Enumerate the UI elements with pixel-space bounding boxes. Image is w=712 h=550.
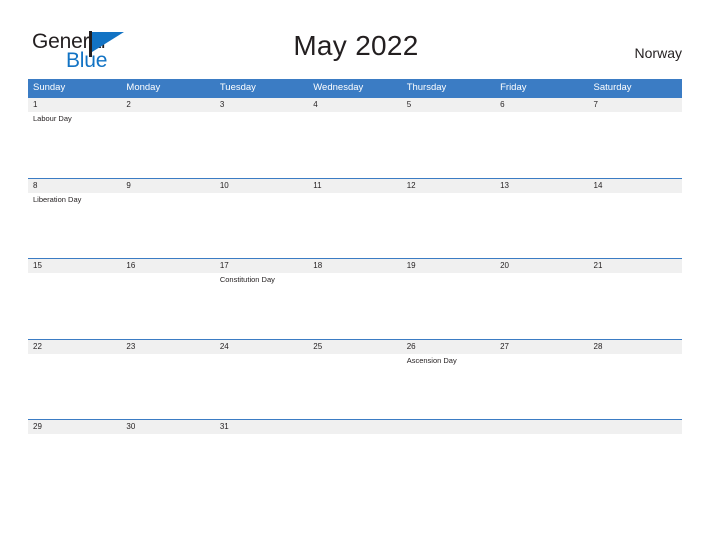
day-event xyxy=(495,193,588,258)
day-number[interactable]: 9 xyxy=(121,179,214,193)
day-number xyxy=(402,420,495,434)
day-event xyxy=(402,434,495,461)
day-number[interactable]: 28 xyxy=(589,340,682,354)
week-date-number-band: 22 23 24 25 26 27 28 xyxy=(28,339,682,354)
day-event xyxy=(215,112,308,177)
day-event xyxy=(308,193,401,258)
day-event xyxy=(495,434,588,461)
dow-header-wednesday: Wednesday xyxy=(313,82,364,93)
day-number[interactable]: 10 xyxy=(215,179,308,193)
dow-header-tuesday: Tuesday xyxy=(219,82,256,93)
day-event xyxy=(589,354,682,419)
week-date-number-band: 1 2 3 4 5 6 7 xyxy=(28,98,682,112)
day-event xyxy=(495,354,588,419)
day-number[interactable]: 5 xyxy=(402,98,495,112)
day-event: Constitution Day xyxy=(219,275,275,284)
day-number[interactable]: 21 xyxy=(589,259,682,273)
day-number[interactable]: 15 xyxy=(28,259,121,273)
day-number xyxy=(589,420,682,434)
dow-header-monday: Monday xyxy=(126,82,161,93)
dow-header-friday: Friday xyxy=(500,82,527,93)
day-number[interactable]: 1 xyxy=(28,98,121,112)
week-row: 22 23 24 25 26 27 28 Ascension Day xyxy=(28,338,682,420)
week-event-band: Liberation Day xyxy=(28,193,682,258)
day-event xyxy=(402,112,495,177)
day-event xyxy=(589,112,682,177)
week-event-band: Ascension Day xyxy=(28,354,682,419)
day-event xyxy=(28,354,121,419)
day-event xyxy=(215,354,308,419)
day-number[interactable]: 6 xyxy=(495,98,588,112)
day-number[interactable]: 18 xyxy=(308,259,401,273)
page-title: May 2022 xyxy=(293,30,419,61)
day-event xyxy=(121,273,214,338)
week-row: 1 2 3 4 5 6 7 Labour Day xyxy=(28,97,682,178)
week-event-band: Constitution Day xyxy=(28,273,682,338)
dow-header-saturday: Saturday xyxy=(593,82,632,93)
week-event-band xyxy=(28,434,682,461)
week-date-number-band: 29 30 31 xyxy=(28,420,682,434)
week-date-number-band: 15 16 17 18 19 20 21 xyxy=(28,259,682,273)
day-number[interactable]: 30 xyxy=(121,420,214,434)
country-label: Norway xyxy=(634,45,682,61)
day-number xyxy=(308,420,401,434)
day-event xyxy=(121,193,214,258)
day-number[interactable]: 20 xyxy=(495,259,588,273)
day-number[interactable]: 13 xyxy=(495,179,588,193)
day-event xyxy=(28,273,121,338)
day-number[interactable]: 17 xyxy=(215,259,308,273)
week-event-band: Labour Day xyxy=(28,112,682,177)
day-event xyxy=(121,434,214,461)
day-number[interactable]: 19 xyxy=(402,259,495,273)
day-number[interactable]: 31 xyxy=(215,420,308,434)
day-event xyxy=(308,354,401,419)
day-event xyxy=(589,193,682,258)
day-event xyxy=(495,112,588,177)
day-number[interactable]: 8 xyxy=(28,179,121,193)
week-row: 29 30 31 xyxy=(28,419,682,461)
day-event xyxy=(308,273,401,338)
dow-header-thursday: Thursday xyxy=(406,82,447,93)
day-number[interactable]: 12 xyxy=(402,179,495,193)
day-number[interactable]: 23 xyxy=(121,340,214,354)
day-event: Liberation Day xyxy=(33,194,82,204)
day-number[interactable]: 11 xyxy=(308,179,401,193)
day-event xyxy=(589,273,682,338)
day-number[interactable]: 26 xyxy=(402,340,495,354)
calendar-grid: Sunday Monday Tuesday Wednesday Thursday… xyxy=(28,79,682,461)
day-event xyxy=(121,354,214,419)
week-date-number-band: 8 9 10 11 12 13 14 xyxy=(28,178,682,193)
week-row: 8 9 10 11 12 13 14 Liberation Day xyxy=(28,177,682,259)
day-number[interactable]: 3 xyxy=(215,98,308,112)
day-event xyxy=(215,193,308,258)
day-number[interactable]: 27 xyxy=(495,340,588,354)
day-number[interactable]: 7 xyxy=(589,98,682,112)
day-number[interactable]: 2 xyxy=(121,98,214,112)
day-event xyxy=(589,434,682,461)
day-event xyxy=(495,273,588,338)
calendar-page: General Blue May 2022 Norway Sunday Mond… xyxy=(0,0,712,550)
page-header: General Blue May 2022 Norway xyxy=(0,0,712,76)
day-number[interactable]: 16 xyxy=(121,259,214,273)
day-number[interactable]: 24 xyxy=(215,340,308,354)
day-event xyxy=(308,434,401,461)
day-event: Labour Day xyxy=(33,114,72,123)
week-row: 15 16 17 18 19 20 21 Constitution Day xyxy=(28,258,682,339)
day-event xyxy=(215,434,308,461)
day-event xyxy=(402,193,495,258)
day-number xyxy=(495,420,588,434)
dow-header-sunday: Sunday xyxy=(33,82,66,93)
day-event: Ascension Day xyxy=(406,355,457,365)
day-event xyxy=(28,434,121,461)
day-event xyxy=(402,273,495,338)
day-number[interactable]: 22 xyxy=(28,340,121,354)
day-event xyxy=(308,112,401,177)
day-of-week-header-row: Sunday Monday Tuesday Wednesday Thursday… xyxy=(28,79,682,97)
day-number[interactable]: 14 xyxy=(589,179,682,193)
day-event xyxy=(121,112,214,177)
day-number[interactable]: 25 xyxy=(308,340,401,354)
day-number[interactable]: 29 xyxy=(28,420,121,434)
day-number[interactable]: 4 xyxy=(308,98,401,112)
